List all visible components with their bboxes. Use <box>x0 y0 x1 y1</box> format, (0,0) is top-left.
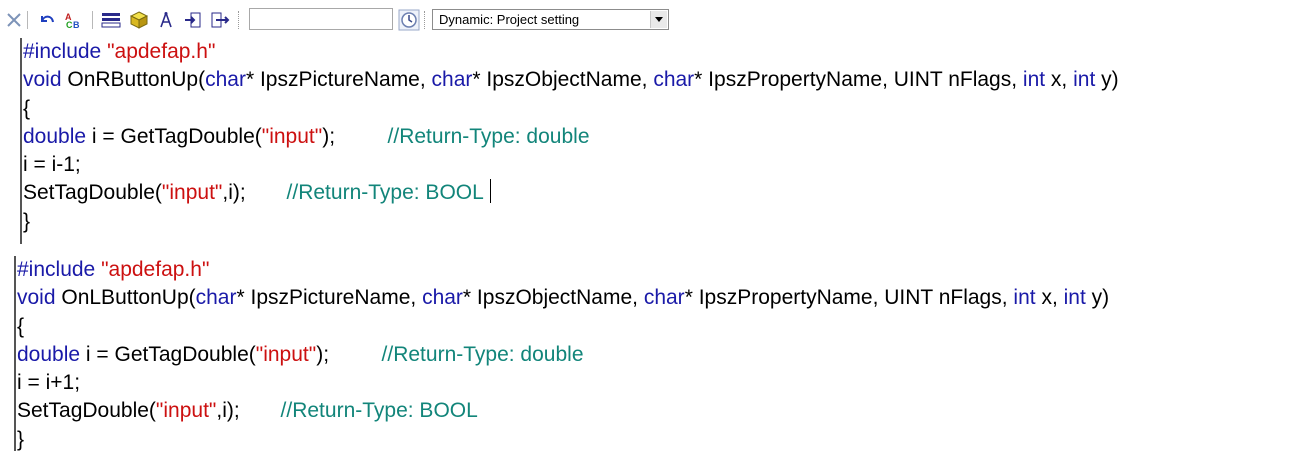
code-editor-panel-right-button[interactable]: #include "apdefap.h" void OnRButtonUp(cha… <box>20 38 1302 244</box>
string-token: "input" <box>161 181 223 204</box>
code-line[interactable]: { <box>23 95 30 123</box>
keyword-token: char <box>431 68 473 91</box>
code-token: SetTagDouble( <box>23 181 162 204</box>
comment-token: //Return-Type: double <box>381 343 584 366</box>
toolbar-separator <box>27 11 28 29</box>
keyword-token: char <box>195 286 237 309</box>
code-line[interactable]: SetTagDouble("input",i); //Return-Type: … <box>17 397 478 425</box>
keyword-token: double <box>17 343 81 366</box>
code-token: ,i); <box>222 181 287 204</box>
compass-icon[interactable] <box>156 10 176 30</box>
code-line[interactable]: i = i-1; <box>23 151 81 179</box>
comment-token: //Return-Type: BOOL <box>286 181 484 204</box>
keyword-token: char <box>643 286 685 309</box>
clock-icon[interactable] <box>398 9 420 31</box>
code-token: i = i+1; <box>17 371 81 394</box>
keyword-token: char <box>205 68 246 91</box>
code-line[interactable]: i = i+1; <box>17 369 80 397</box>
code-token: * IpszPropertyName, UINT nFlags, <box>684 286 1014 309</box>
undo-icon[interactable] <box>37 10 57 30</box>
keyword-token: #include <box>17 258 102 281</box>
code-line[interactable]: } <box>17 426 24 454</box>
cube-icon[interactable] <box>129 10 149 30</box>
code-token: OnLButtonUp( <box>55 286 196 309</box>
code-token: * IpszPictureName, <box>236 286 423 309</box>
code-token: x, <box>1045 68 1074 91</box>
code-line[interactable]: void OnLButtonUp(char* IpszPictureName, … <box>17 284 1109 312</box>
close-icon[interactable] <box>4 10 24 30</box>
code-token: * IpszObjectName, <box>472 68 654 91</box>
string-token: "apdefap.h" <box>101 258 210 281</box>
code-line[interactable]: } <box>23 208 30 236</box>
code-token: * IpszPictureName, <box>245 68 432 91</box>
toolbar-grip <box>238 11 242 29</box>
code-token: } <box>23 210 31 233</box>
keyword-token: #include <box>23 40 108 63</box>
toolbar-separator <box>92 11 93 29</box>
code-token: i = GetTagDouble( <box>86 125 262 148</box>
keyword-token: char <box>422 286 463 309</box>
code-token: SetTagDouble( <box>17 399 156 422</box>
code-token: ); <box>322 125 388 148</box>
code-line[interactable]: double i = GetTagDouble("input"); //Retu… <box>17 341 584 369</box>
compile-icon[interactable]: A B C <box>64 10 84 30</box>
code-token: { <box>17 315 25 338</box>
code-line[interactable]: void OnRButtonUp(char* IpszPictureName, … <box>23 66 1119 94</box>
code-line[interactable]: { <box>17 313 24 341</box>
code-editor-panel-left-button[interactable]: #include "apdefap.h" void OnLButtonUp(cha… <box>14 256 1302 451</box>
editor-margin-line <box>20 38 22 244</box>
code-line[interactable]: #include "apdefap.h" <box>17 256 209 284</box>
svg-text:B: B <box>73 20 80 29</box>
string-token: "apdefap.h" <box>107 40 216 63</box>
text-caret <box>489 179 491 203</box>
code-token: ); <box>316 343 382 366</box>
code-token: y) <box>1095 68 1119 91</box>
string-token: "input" <box>261 125 323 148</box>
keyword-token: int <box>1013 286 1036 309</box>
code-token: { <box>23 97 31 120</box>
trigger-input[interactable] <box>249 8 393 30</box>
keyword-token: void <box>17 286 56 309</box>
comment-token: //Return-Type: BOOL <box>280 399 478 422</box>
code-token: x, <box>1035 286 1064 309</box>
code-token: * IpszObjectName, <box>462 286 644 309</box>
dropdown-selected-value: Dynamic: Project setting <box>439 12 580 27</box>
string-token: "input" <box>155 399 217 422</box>
string-token: "input" <box>255 343 317 366</box>
tag-list-icon[interactable] <box>101 10 121 30</box>
code-token: y) <box>1085 286 1110 309</box>
trigger-type-dropdown[interactable]: Dynamic: Project setting <box>432 9 669 30</box>
toolbar-grip <box>424 11 428 29</box>
keyword-token: char <box>653 68 695 91</box>
code-token: i = GetTagDouble( <box>80 343 256 366</box>
editor-toolbar: A B C Dynamic: Project setting <box>0 0 1302 38</box>
import-icon[interactable] <box>183 10 203 30</box>
code-token: i = i-1; <box>23 153 81 176</box>
keyword-token: int <box>1063 286 1086 309</box>
code-token: * IpszPropertyName, UINT nFlags, <box>694 68 1023 91</box>
keyword-token: double <box>23 125 87 148</box>
code-token: OnRButtonUp( <box>61 68 206 91</box>
code-token: } <box>17 428 25 451</box>
editor-margin-line <box>14 256 16 451</box>
export-icon[interactable] <box>210 10 230 30</box>
keyword-token: int <box>1073 68 1096 91</box>
chevron-down-icon[interactable] <box>650 11 667 28</box>
svg-text:C: C <box>66 20 73 29</box>
code-line[interactable]: double i = GetTagDouble("input"); //Retu… <box>23 123 590 151</box>
keyword-token: int <box>1022 68 1046 91</box>
keyword-token: void <box>23 68 62 91</box>
comment-token: //Return-Type: double <box>387 125 590 148</box>
code-line[interactable]: #include "apdefap.h" <box>23 38 215 66</box>
code-line[interactable]: SetTagDouble("input",i); //Return-Type: … <box>23 179 491 207</box>
code-token: ,i); <box>216 399 281 422</box>
